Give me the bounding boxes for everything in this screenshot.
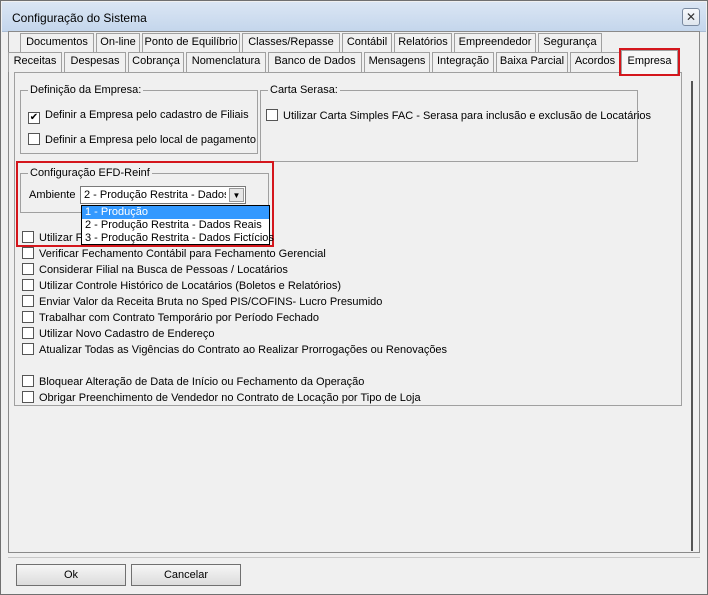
checkbox-label: Enviar Valor da Receita Bruta no Sped PI…	[39, 296, 383, 308]
checkbox-box[interactable]	[22, 263, 34, 275]
checkbox-box[interactable]	[22, 295, 34, 307]
checkbox-box[interactable]	[28, 133, 40, 145]
tab-online[interactable]: On-line	[96, 33, 140, 53]
right-edge	[691, 81, 693, 551]
tab-nomenclatura[interactable]: Nomenclatura	[186, 52, 266, 72]
cancel-button-label: Cancelar	[163, 569, 209, 581]
tab-banco-dados[interactable]: Banco de Dados	[268, 52, 362, 72]
tab-seguranca[interactable]: Segurança	[538, 33, 602, 53]
checkbox-definir-local-pagamento[interactable]: Definir a Empresa pelo local de pagament…	[28, 133, 256, 147]
check-icon[interactable]: ✔	[28, 112, 40, 124]
tab-cobranca[interactable]: Cobrança	[128, 52, 184, 72]
checkbox-box[interactable]	[22, 343, 34, 355]
checkbox-option-1[interactable]: Verificar Fechamento Contábil para Fecha…	[22, 247, 326, 261]
checkbox-box[interactable]	[22, 375, 34, 387]
tab-relatorios[interactable]: Relatórios	[394, 33, 452, 53]
tab-baixa-parcial[interactable]: Baixa Parcial	[496, 52, 568, 72]
checkbox-label: Trabalhar com Contrato Temporário por Pe…	[39, 312, 320, 324]
tab-acordos[interactable]: Acordos	[570, 52, 620, 72]
close-button[interactable]: ✕	[682, 8, 700, 26]
tab-empreendedor[interactable]: Empreendedor	[454, 33, 536, 53]
checkbox-carta-simples-fac[interactable]: Utilizar Carta Simples FAC - Serasa para…	[266, 109, 651, 123]
tab-empresa[interactable]: Empresa	[619, 48, 680, 76]
ambiente-option-3[interactable]: 3 - Produção Restrita - Dados Fictícios	[82, 232, 274, 245]
ok-button[interactable]: Ok	[16, 564, 126, 586]
checkbox-label: Definir a Empresa pelo local de pagament…	[45, 134, 256, 146]
checkbox-box[interactable]	[266, 109, 278, 121]
checkbox-option-0[interactable]: Utilizar Fe	[22, 231, 89, 245]
checkbox-label: Utilizar Carta Simples FAC - Serasa para…	[283, 110, 652, 122]
close-icon: ✕	[685, 10, 697, 24]
checkbox-label: Obrigar Preenchimento de Vendedor no Con…	[39, 392, 421, 404]
checkbox-definir-filiais[interactable]: ✔ Definir a Empresa pelo cadastro de Fili…	[28, 109, 249, 124]
checkbox-box[interactable]	[22, 231, 34, 243]
checkbox-box[interactable]	[22, 247, 34, 259]
button-separator	[8, 557, 700, 558]
tab-documentos[interactable]: Documentos	[20, 33, 94, 53]
checkbox-label: Verificar Fechamento Contábil para Fecha…	[39, 248, 326, 260]
tab-classes-repasse[interactable]: Classes/Repasse	[242, 33, 340, 53]
ambiente-dropdown-list: 1 - Produção 2 - Produção Restrita - Dad…	[81, 205, 274, 245]
checkbox-box[interactable]	[22, 279, 34, 291]
checkbox-label: Utilizar Novo Cadastro de Endereço	[39, 328, 215, 340]
tab-ponto-equilibrio[interactable]: Ponto de Equilíbrio	[142, 33, 240, 53]
group-carta-serasa: Carta Serasa: Utilizar Carta Simples FAC…	[260, 84, 651, 162]
checkbox-option-4[interactable]: Enviar Valor da Receita Bruta no Sped PI…	[22, 295, 382, 309]
cancel-button[interactable]: Cancelar	[131, 564, 241, 586]
checkbox-option-2[interactable]: Considerar Filial na Busca de Pessoas / …	[22, 263, 288, 277]
title-bar: Configuração do Sistema ✕	[2, 2, 706, 32]
checkbox-label: Definir a Empresa pelo cadastro de Filia…	[45, 109, 249, 121]
group-definicao-empresa: Definição da Empresa: ✔ Definir a Empresa…	[20, 84, 258, 154]
checkbox-option-9[interactable]: Obrigar Preenchimento de Vendedor no Con…	[22, 391, 421, 405]
window-title: Configuração do Sistema	[12, 11, 147, 25]
group-label-carta-serasa: Carta Serasa:	[268, 84, 340, 96]
checkbox-box[interactable]	[22, 327, 34, 339]
ok-button-label: Ok	[63, 569, 79, 581]
config-window: Configuração do Sistema ✕ Documentos On-…	[0, 0, 708, 595]
tab-row-2: Receitas Despesas Cobrança Nomenclatura …	[8, 48, 682, 76]
checkbox-box[interactable]	[22, 391, 34, 403]
ambiente-option-2[interactable]: 2 - Produção Restrita - Dados Reais	[82, 219, 269, 232]
checkbox-label: Atualizar Todas as Vigências do Contrato…	[39, 344, 448, 356]
checkbox-label: Considerar Filial na Busca de Pessoas / …	[39, 264, 288, 276]
checkbox-label: Utilizar Controle Histórico de Locatário…	[39, 280, 342, 292]
group-label-definicao: Definição da Empresa:	[28, 84, 144, 96]
checkbox-option-7[interactable]: Atualizar Todas as Vigências do Contrato…	[22, 343, 447, 357]
tab-integracao[interactable]: Integração	[432, 52, 494, 72]
tab-contabil[interactable]: Contábil	[342, 33, 392, 53]
checkbox-box[interactable]	[22, 311, 34, 323]
checkbox-option-5[interactable]: Trabalhar com Contrato Temporário por Pe…	[22, 311, 319, 325]
ambiente-option-1[interactable]: 1 - Produção	[82, 206, 269, 219]
tab-row-1: Documentos On-line Ponto de Equilíbrio C…	[14, 33, 614, 53]
checkbox-option-3[interactable]: Utilizar Controle Histórico de Locatário…	[22, 279, 341, 293]
tab-mensagens[interactable]: Mensagens	[364, 52, 430, 72]
tab-despesas[interactable]: Despesas	[64, 52, 126, 72]
checkbox-option-6[interactable]: Utilizar Novo Cadastro de Endereço	[22, 327, 214, 341]
tab-receitas[interactable]: Receitas	[8, 52, 62, 72]
checkbox-label: Bloquear Alteração de Data de Início ou …	[39, 376, 365, 388]
checkbox-option-8[interactable]: Bloquear Alteração de Data de Início ou …	[22, 375, 364, 389]
